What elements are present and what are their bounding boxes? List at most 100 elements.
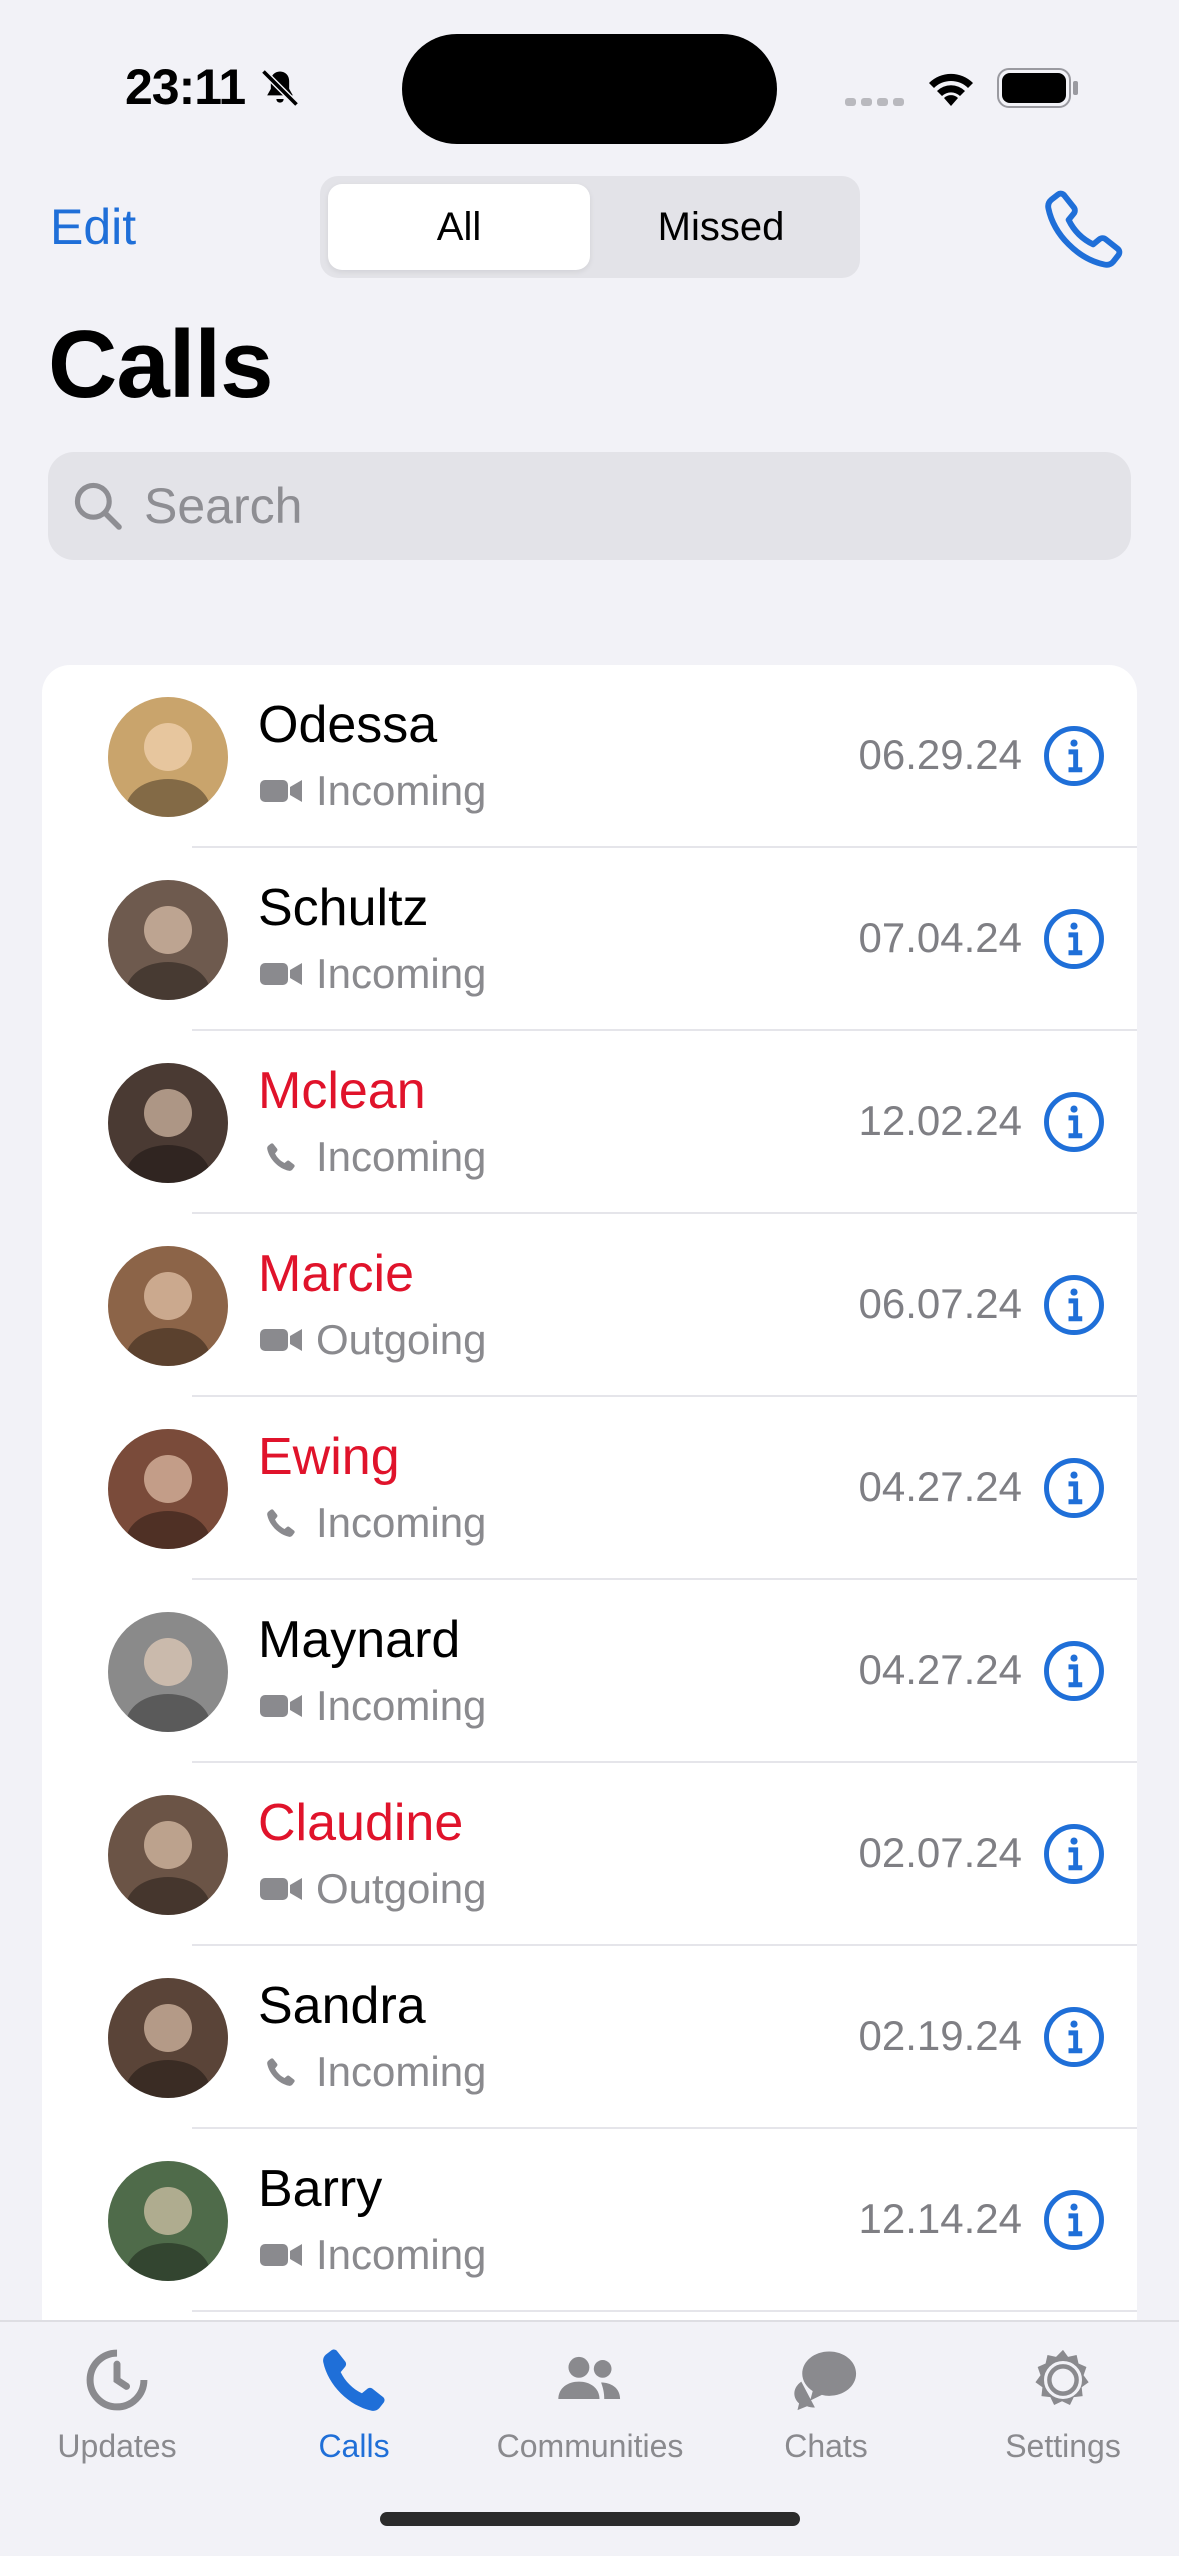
- call-row[interactable]: Marcie Outgoing 06.07.24: [42, 1214, 1137, 1397]
- calls-list: Odessa Incoming 06.29.24 Schultz Incoming 07.…: [42, 665, 1137, 2335]
- call-direction: Incoming: [316, 1682, 487, 1729]
- caller-name: Barry: [258, 2160, 383, 2218]
- call-detail: Incoming: [258, 950, 486, 998]
- phone-icon: [267, 1143, 295, 1171]
- segment-missed[interactable]: Missed: [590, 184, 852, 270]
- call-detail: Incoming: [258, 1133, 486, 1181]
- info-icon[interactable]: [1041, 1821, 1107, 1887]
- call-direction: Outgoing: [316, 1316, 487, 1363]
- tab-label: Calls: [318, 2428, 390, 2464]
- info-icon[interactable]: [1041, 906, 1107, 972]
- updates-icon: [86, 2349, 148, 2411]
- call-row[interactable]: Schultz Incoming 07.04.24: [42, 848, 1137, 1031]
- video-camera-icon: [260, 963, 302, 985]
- call-detail: Incoming: [258, 767, 486, 815]
- search-placeholder: Search: [144, 478, 303, 534]
- communities-icon: [558, 2356, 621, 2399]
- call-row[interactable]: Ewing Incoming 04.27.24: [42, 1397, 1137, 1580]
- tab-updates[interactable]: Updates: [17, 2342, 217, 2465]
- tab-calls[interactable]: Calls: [254, 2342, 454, 2465]
- caller-name: Marcie: [258, 1245, 415, 1303]
- avatar: [108, 1063, 228, 1183]
- avatar: [108, 1978, 228, 2098]
- call-filter-segmented-control: All Missed: [320, 176, 860, 278]
- caller-name: Mclean: [258, 1062, 426, 1120]
- call-detail: Incoming: [258, 1499, 486, 1547]
- info-icon[interactable]: [1041, 1638, 1107, 1704]
- info-icon[interactable]: [1041, 723, 1107, 789]
- battery-icon: [997, 68, 1078, 108]
- tab-settings[interactable]: Settings: [963, 2342, 1163, 2465]
- segment-all[interactable]: All: [328, 184, 590, 270]
- call-detail: Incoming: [258, 1682, 486, 1730]
- info-icon[interactable]: [1041, 2187, 1107, 2253]
- call-date: 04.27.24: [858, 1463, 1023, 1510]
- new-call-phone-icon[interactable]: [1040, 185, 1128, 273]
- caller-name: Schultz: [258, 879, 429, 937]
- tab-label: Settings: [1005, 2428, 1121, 2464]
- info-icon[interactable]: [1041, 1455, 1107, 1521]
- phone-icon: [267, 1509, 295, 1537]
- call-date: 02.19.24: [858, 2012, 1023, 2059]
- info-icon[interactable]: [1041, 2004, 1107, 2070]
- call-row[interactable]: Barry Incoming 12.14.24: [42, 2129, 1137, 2312]
- info-icon[interactable]: [1041, 1272, 1107, 1338]
- call-date: 06.07.24: [858, 1280, 1023, 1327]
- call-row[interactable]: Maynard Incoming 04.27.24: [42, 1580, 1137, 1763]
- caller-name: Claudine: [258, 1794, 464, 1852]
- status-time: 23:11: [125, 59, 246, 115]
- header-area: 23:11 Edit All Missed Calls Search: [0, 0, 1179, 605]
- page-title: Calls: [48, 311, 273, 418]
- caller-name: Maynard: [258, 1611, 461, 1669]
- video-camera-icon: [260, 1329, 302, 1351]
- tab-communities[interactable]: Communities: [490, 2342, 690, 2465]
- call-row[interactable]: Sandra Incoming 02.19.24: [42, 1946, 1137, 2129]
- call-direction: Incoming: [316, 1499, 487, 1546]
- call-date: 07.04.24: [858, 914, 1023, 961]
- info-icon[interactable]: [1041, 1089, 1107, 1155]
- video-camera-icon: [260, 780, 302, 802]
- call-date: 12.02.24: [858, 1097, 1023, 1144]
- call-detail: Incoming: [258, 2231, 486, 2279]
- video-camera-icon: [260, 1695, 302, 1717]
- phone-icon: [267, 2058, 295, 2086]
- call-date: 06.29.24: [858, 731, 1023, 778]
- call-date: 12.14.24: [858, 2195, 1023, 2242]
- bell-off-icon: [261, 69, 299, 107]
- edit-button[interactable]: Edit: [50, 198, 136, 256]
- avatar: [108, 880, 228, 1000]
- phone-icon: [323, 2349, 385, 2411]
- tab-label: Chats: [784, 2428, 868, 2464]
- search-icon: [74, 482, 122, 530]
- call-row[interactable]: Claudine Outgoing 02.07.24: [42, 1763, 1137, 1946]
- call-row[interactable]: Odessa Incoming 06.29.24: [42, 665, 1137, 848]
- call-date: 02.07.24: [858, 1829, 1023, 1876]
- call-detail: Outgoing: [258, 1316, 486, 1364]
- call-date: 04.27.24: [858, 1646, 1023, 1693]
- dynamic-island: [402, 34, 777, 144]
- video-camera-icon: [260, 2244, 302, 2266]
- avatar: [108, 2161, 228, 2281]
- call-direction: Incoming: [316, 2231, 487, 2278]
- tab-label: Communities: [496, 2428, 684, 2464]
- call-direction: Incoming: [316, 1133, 487, 1180]
- wifi-icon: [929, 73, 973, 106]
- call-direction: Incoming: [316, 767, 487, 814]
- avatar: [108, 1612, 228, 1732]
- caller-name: Sandra: [258, 1977, 426, 2035]
- avatar: [108, 697, 228, 817]
- avatar: [108, 1246, 228, 1366]
- avatar: [108, 1795, 228, 1915]
- video-camera-icon: [260, 1878, 302, 1900]
- search-bar[interactable]: Search: [48, 452, 1131, 560]
- call-detail: Outgoing: [258, 1865, 486, 1913]
- status-bar: 23:11: [0, 0, 1179, 160]
- signal-icon: [845, 98, 904, 106]
- home-indicator: [380, 2512, 800, 2526]
- call-row[interactable]: Mclean Incoming 12.02.24: [42, 1031, 1137, 1214]
- tab-chats[interactable]: Chats: [726, 2342, 926, 2465]
- call-direction: Outgoing: [316, 1865, 487, 1912]
- call-direction: Incoming: [316, 950, 487, 997]
- avatar: [108, 1429, 228, 1549]
- call-direction: Incoming: [316, 2048, 487, 2095]
